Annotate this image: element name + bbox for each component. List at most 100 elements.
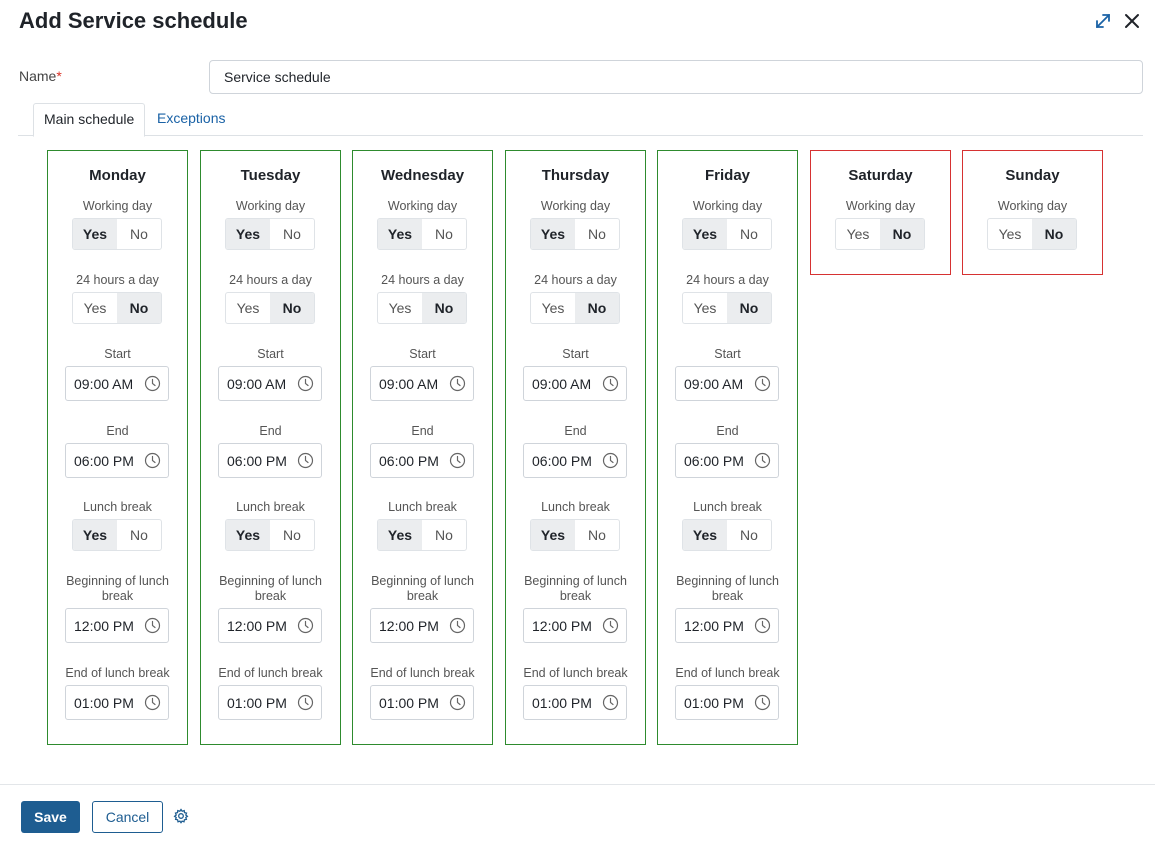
end-time-input-value: 06:00 PM (379, 452, 439, 469)
working-day-toggle-no-option[interactable]: No (117, 219, 161, 249)
start-time-input[interactable]: 09:00 AM (523, 366, 627, 401)
working-day-toggle-no-option[interactable]: No (575, 219, 619, 249)
lunch-end-time-input[interactable]: 01:00 PM (65, 685, 169, 720)
lunch-start-label: Beginning of lunch break (676, 574, 779, 603)
working-day-toggle-no-option[interactable]: No (422, 219, 466, 249)
start-time-input[interactable]: 09:00 AM (675, 366, 779, 401)
lunch-start-time-input[interactable]: 12:00 PM (675, 608, 779, 643)
lunch-break-toggle-no-option[interactable]: No (270, 520, 314, 550)
lunch-start-time-input[interactable]: 12:00 PM (370, 608, 474, 643)
clock-icon[interactable] (144, 617, 161, 634)
clock-icon[interactable] (144, 694, 161, 711)
end-time-input[interactable]: 06:00 PM (523, 443, 627, 478)
working-day-toggle-yes-option[interactable]: Yes (378, 219, 422, 249)
lunch-end-time-input[interactable]: 01:00 PM (370, 685, 474, 720)
lunch-end-time-input-value: 01:00 PM (74, 694, 134, 711)
expand-icon[interactable] (1092, 10, 1114, 32)
hours24-toggle-yes-option[interactable]: Yes (531, 293, 575, 323)
lunch-end-time-input[interactable]: 01:00 PM (218, 685, 322, 720)
end-time-input[interactable]: 06:00 PM (65, 443, 169, 478)
working-day-toggle-no-option[interactable]: No (727, 219, 771, 249)
start-time-input[interactable]: 09:00 AM (65, 366, 169, 401)
tab-main-schedule[interactable]: Main schedule (33, 103, 146, 137)
clock-icon[interactable] (297, 694, 314, 711)
lunch-start-time-input[interactable]: 12:00 PM (218, 608, 322, 643)
end-label: End (411, 424, 434, 438)
lunch-end-label: End of lunch break (523, 666, 628, 680)
cancel-button[interactable]: Cancel (92, 801, 163, 833)
lunch-break-toggle: Yes No (530, 519, 620, 551)
clock-icon[interactable] (449, 617, 466, 634)
end-time-input-value: 06:00 PM (684, 452, 744, 469)
end-time-input[interactable]: 06:00 PM (218, 443, 322, 478)
working-day-toggle-yes-option[interactable]: Yes (836, 219, 880, 249)
lunch-end-time-input[interactable]: 01:00 PM (523, 685, 627, 720)
working-day-toggle-no-option[interactable]: No (880, 219, 924, 249)
lunch-break-toggle-no-option[interactable]: No (727, 520, 771, 550)
lunch-start-time-input[interactable]: 12:00 PM (523, 608, 627, 643)
start-time-input-value: 09:00 AM (227, 375, 287, 392)
working-day-toggle-yes-option[interactable]: Yes (73, 219, 117, 249)
hours24-toggle-no-option[interactable]: No (727, 293, 771, 323)
working-day-toggle-yes-option[interactable]: Yes (683, 219, 727, 249)
clock-icon[interactable] (754, 375, 771, 392)
hours24-label: 24 hours a day (76, 273, 159, 287)
lunch-start-time-input[interactable]: 12:00 PM (65, 608, 169, 643)
hours24-label: 24 hours a day (229, 273, 312, 287)
end-time-input[interactable]: 06:00 PM (675, 443, 779, 478)
start-time-input[interactable]: 09:00 AM (370, 366, 474, 401)
clock-icon[interactable] (602, 694, 619, 711)
hours24-toggle: Yes No (72, 292, 162, 324)
working-day-toggle-no-option[interactable]: No (270, 219, 314, 249)
clock-icon[interactable] (449, 694, 466, 711)
save-button[interactable]: Save (21, 801, 80, 833)
hours24-toggle-yes-option[interactable]: Yes (73, 293, 117, 323)
hours24-toggle-yes-option[interactable]: Yes (683, 293, 727, 323)
hours24-toggle-no-option[interactable]: No (117, 293, 161, 323)
end-time-input[interactable]: 06:00 PM (370, 443, 474, 478)
clock-icon[interactable] (144, 452, 161, 469)
lunch-break-toggle-yes-option[interactable]: Yes (226, 520, 270, 550)
hours24-toggle-no-option[interactable]: No (270, 293, 314, 323)
clock-icon[interactable] (602, 617, 619, 634)
end-time-input-value: 06:00 PM (532, 452, 592, 469)
hours24-toggle-yes-option[interactable]: Yes (378, 293, 422, 323)
clock-icon[interactable] (602, 375, 619, 392)
clock-icon[interactable] (144, 375, 161, 392)
lunch-break-toggle-no-option[interactable]: No (422, 520, 466, 550)
end-label: End (106, 424, 129, 438)
lunch-start-label: Beginning of lunch break (371, 574, 474, 603)
lunch-break-toggle: Yes No (377, 519, 467, 551)
lunch-break-toggle-yes-option[interactable]: Yes (378, 520, 422, 550)
gear-icon[interactable] (173, 808, 189, 824)
clock-icon[interactable] (449, 375, 466, 392)
hours24-toggle-no-option[interactable]: No (575, 293, 619, 323)
hours24-toggle-yes-option[interactable]: Yes (226, 293, 270, 323)
clock-icon[interactable] (297, 617, 314, 634)
name-input[interactable] (209, 60, 1143, 94)
start-label: Start (257, 347, 284, 361)
working-day-toggle-yes-option[interactable]: Yes (226, 219, 270, 249)
lunch-end-time-input[interactable]: 01:00 PM (675, 685, 779, 720)
working-day-toggle-yes-option[interactable]: Yes (988, 219, 1032, 249)
tab-exceptions[interactable]: Exceptions (147, 103, 235, 136)
lunch-break-toggle-no-option[interactable]: No (117, 520, 161, 550)
lunch-break-toggle-no-option[interactable]: No (575, 520, 619, 550)
close-icon[interactable] (1121, 10, 1143, 32)
clock-icon[interactable] (754, 617, 771, 634)
working-day-toggle-no-option[interactable]: No (1032, 219, 1076, 249)
working-day-toggle: Yes No (72, 218, 162, 250)
clock-icon[interactable] (754, 694, 771, 711)
working-day-toggle-yes-option[interactable]: Yes (531, 219, 575, 249)
clock-icon[interactable] (602, 452, 619, 469)
lunch-break-toggle-yes-option[interactable]: Yes (683, 520, 727, 550)
clock-icon[interactable] (297, 375, 314, 392)
start-time-input[interactable]: 09:00 AM (218, 366, 322, 401)
hours24-toggle-no-option[interactable]: No (422, 293, 466, 323)
clock-icon[interactable] (754, 452, 771, 469)
lunch-break-toggle-yes-option[interactable]: Yes (531, 520, 575, 550)
clock-icon[interactable] (297, 452, 314, 469)
lunch-break-toggle-yes-option[interactable]: Yes (73, 520, 117, 550)
clock-icon[interactable] (449, 452, 466, 469)
lunch-break-label: Lunch break (83, 500, 152, 514)
